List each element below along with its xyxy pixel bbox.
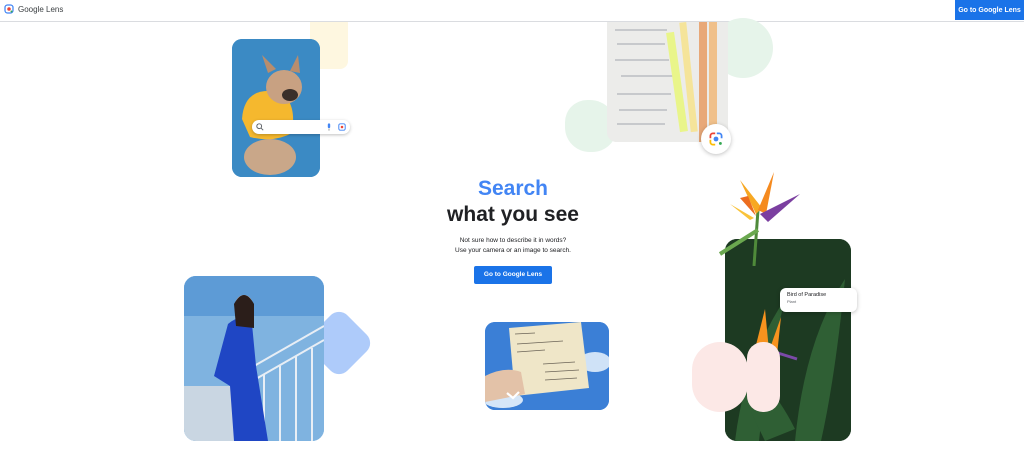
woman-photo <box>184 276 324 441</box>
hero: Search what you see Not sure how to desc… <box>413 176 613 284</box>
google-lens-icon <box>709 132 723 146</box>
camera-icon <box>338 123 346 131</box>
woman-photo-card <box>184 276 324 441</box>
pink-oval-right <box>747 342 780 412</box>
plant-result-subtitle: Plant <box>787 299 797 304</box>
hero-go-to-google-lens-button[interactable]: Go to Google Lens <box>473 266 553 284</box>
go-to-google-lens-button[interactable]: Go to Google Lens <box>955 0 1024 20</box>
plant-photo <box>725 239 851 441</box>
plant-result-card: Bird of Paradise Plant <box>780 288 857 312</box>
hero-title-line1: Search <box>477 177 549 200</box>
bird-of-paradise-flower <box>718 172 800 266</box>
pink-oval-left <box>692 342 748 412</box>
search-icon <box>256 123 264 131</box>
dog-photo-card <box>232 39 320 177</box>
dog-photo <box>232 39 320 177</box>
hero-title-line2: what you see <box>447 203 579 226</box>
note-photo <box>485 322 609 410</box>
hero-subtitle-line1: Not sure how to describe it in words? <box>459 237 567 244</box>
plant-photo-card <box>725 239 851 441</box>
plant-result-title: Bird of Paradise <box>787 292 827 298</box>
lens-button <box>701 124 731 154</box>
search-bar <box>252 120 350 134</box>
microphone-icon <box>327 123 331 131</box>
google-lens-logo-icon <box>4 4 14 14</box>
brand-name: Google Lens <box>18 4 64 14</box>
brand[interactable]: Google Lens <box>4 4 63 14</box>
top-bar: Google Lens Go to Google Lens <box>0 0 1024 22</box>
note-photo-card <box>485 322 609 410</box>
check-icon <box>506 391 520 400</box>
hero-subtitle-line2: Use your camera or an image to search. <box>455 247 571 254</box>
